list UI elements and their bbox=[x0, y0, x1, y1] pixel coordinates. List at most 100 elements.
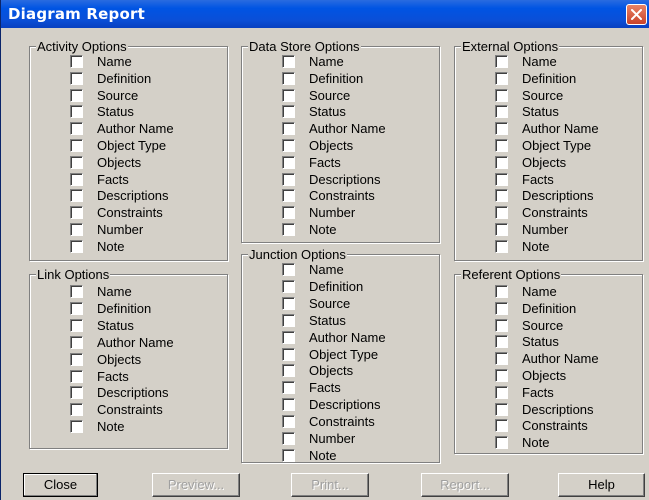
checkbox[interactable] bbox=[495, 318, 508, 332]
checkbox[interactable] bbox=[282, 347, 295, 361]
option-label: Note bbox=[309, 222, 337, 237]
checkbox[interactable] bbox=[495, 285, 508, 298]
checkbox[interactable] bbox=[495, 369, 508, 382]
checkbox[interactable] bbox=[495, 402, 508, 416]
checkbox[interactable] bbox=[282, 122, 295, 136]
checkbox[interactable] bbox=[495, 172, 508, 186]
checkbox[interactable] bbox=[282, 55, 295, 68]
checkbox[interactable] bbox=[70, 301, 83, 315]
close-button[interactable]: Close bbox=[23, 473, 98, 497]
checkbox[interactable] bbox=[282, 364, 295, 378]
checkbox[interactable] bbox=[495, 189, 508, 203]
checkbox[interactable] bbox=[282, 139, 295, 152]
checkbox[interactable] bbox=[282, 415, 295, 429]
checkbox[interactable] bbox=[70, 122, 83, 136]
checkbox[interactable] bbox=[70, 335, 83, 349]
option-label: Facts bbox=[97, 171, 129, 187]
close-window-button[interactable] bbox=[626, 4, 647, 25]
checkbox[interactable] bbox=[70, 189, 83, 203]
option-label: Name bbox=[97, 284, 132, 299]
checkbox[interactable] bbox=[70, 206, 83, 220]
checkbox[interactable] bbox=[495, 55, 508, 68]
checkbox[interactable] bbox=[282, 105, 295, 119]
checkbox[interactable] bbox=[495, 139, 508, 152]
checkbox[interactable] bbox=[495, 88, 508, 102]
checkbox[interactable] bbox=[495, 436, 508, 450]
checkbox[interactable] bbox=[282, 381, 295, 395]
checkbox[interactable] bbox=[282, 263, 295, 276]
checkbox[interactable] bbox=[70, 223, 83, 236]
checkbox[interactable] bbox=[282, 330, 295, 344]
option-label: Name bbox=[97, 54, 132, 69]
checkbox[interactable] bbox=[495, 105, 508, 119]
checkbox[interactable] bbox=[282, 189, 295, 203]
checkbox[interactable] bbox=[70, 88, 83, 102]
option-label: Objects bbox=[309, 363, 354, 379]
checkbox[interactable] bbox=[70, 155, 83, 169]
checkbox[interactable] bbox=[70, 239, 83, 253]
checkbox[interactable] bbox=[282, 398, 295, 412]
checkbox[interactable] bbox=[282, 448, 295, 462]
checkbox[interactable] bbox=[282, 88, 295, 102]
checkbox[interactable] bbox=[70, 420, 83, 434]
external-options-title: External Options bbox=[461, 39, 560, 54]
checkbox[interactable] bbox=[495, 206, 508, 220]
help-button[interactable]: Help bbox=[558, 473, 645, 497]
option-label: Object Type bbox=[97, 138, 167, 153]
checkbox[interactable] bbox=[495, 239, 508, 253]
checkbox[interactable] bbox=[495, 155, 508, 169]
checkbox[interactable] bbox=[70, 55, 83, 68]
option-label: Descriptions bbox=[522, 188, 594, 204]
checkbox[interactable] bbox=[70, 369, 83, 383]
option-label: Source bbox=[522, 87, 564, 103]
checkbox[interactable] bbox=[70, 105, 83, 119]
checkbox[interactable] bbox=[282, 223, 295, 236]
checkbox[interactable] bbox=[282, 313, 295, 327]
checkbox[interactable] bbox=[282, 71, 295, 85]
checkbox[interactable] bbox=[495, 335, 508, 349]
checkbox[interactable] bbox=[282, 296, 295, 310]
preview-button[interactable]: Preview... bbox=[152, 473, 240, 497]
print-button[interactable]: Print... bbox=[291, 473, 369, 497]
checkbox[interactable] bbox=[495, 223, 508, 236]
checkbox[interactable] bbox=[70, 352, 83, 366]
external-options-group: External Options Name Definition Source Sta… bbox=[454, 39, 643, 261]
report-button[interactable]: Report... bbox=[421, 473, 509, 497]
activity-options-title: Activity Options bbox=[36, 39, 128, 54]
option-label: Definition bbox=[309, 278, 364, 294]
close-icon bbox=[631, 9, 642, 20]
option-label: Status bbox=[309, 312, 346, 328]
option-label: Definition bbox=[97, 70, 152, 86]
checkbox[interactable] bbox=[495, 301, 508, 315]
option-label: Objects bbox=[97, 154, 142, 170]
option-label: Constraints bbox=[97, 402, 163, 418]
checkbox[interactable] bbox=[70, 71, 83, 85]
option-label: Constraints bbox=[309, 188, 375, 204]
checkbox[interactable] bbox=[495, 419, 508, 433]
checkbox[interactable] bbox=[495, 385, 508, 399]
option-label: Note bbox=[522, 238, 550, 254]
checkbox[interactable] bbox=[282, 172, 295, 186]
checkbox[interactable] bbox=[282, 155, 295, 169]
checkbox[interactable] bbox=[495, 352, 508, 366]
checkbox[interactable] bbox=[70, 139, 83, 152]
checkbox[interactable] bbox=[282, 279, 295, 293]
checkbox[interactable] bbox=[282, 432, 295, 445]
option-label: Number bbox=[97, 222, 144, 237]
option-label: Author Name bbox=[522, 351, 599, 367]
option-label: Objects bbox=[97, 351, 142, 367]
option-label: Definition bbox=[522, 300, 577, 316]
checkbox[interactable] bbox=[495, 71, 508, 85]
checkbox[interactable] bbox=[282, 206, 295, 220]
checkbox[interactable] bbox=[495, 122, 508, 136]
option-label: Definition bbox=[97, 300, 152, 316]
title-bar[interactable]: Diagram Report bbox=[1, 0, 649, 28]
checkbox[interactable] bbox=[70, 172, 83, 186]
option-label: Status bbox=[522, 334, 559, 350]
checkbox[interactable] bbox=[70, 403, 83, 417]
option-label: Facts bbox=[522, 384, 554, 400]
checkbox[interactable] bbox=[70, 318, 83, 332]
checkbox[interactable] bbox=[70, 285, 83, 298]
checkbox[interactable] bbox=[70, 386, 83, 400]
option-label: Status bbox=[309, 104, 346, 120]
